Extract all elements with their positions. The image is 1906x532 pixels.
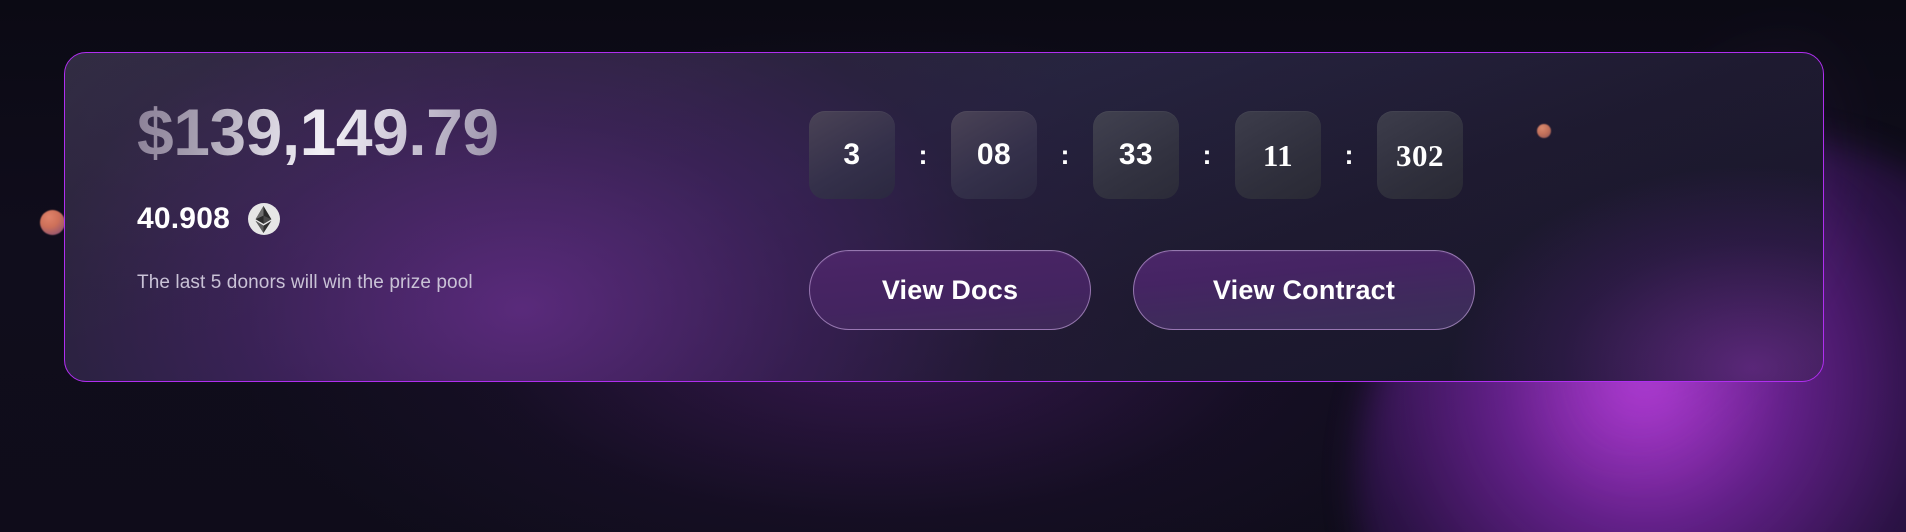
countdown-separator-0: : xyxy=(918,139,928,170)
countdown-value-3: 11 xyxy=(1262,137,1294,173)
prize-pool-card: $139,149.79 40.908 The last 5 donors wil… xyxy=(64,52,1824,382)
countdown-value-0: 3 xyxy=(843,138,861,171)
countdown-value-1: 08 xyxy=(976,138,1012,171)
countdown-value-2: 33 xyxy=(1118,138,1154,171)
countdown-unit-3: 11 xyxy=(1235,111,1321,199)
copper-orb-left-icon xyxy=(40,210,65,235)
countdown-timer: 3 : 08 : 33 : 11 : 302 xyxy=(809,111,1749,199)
countdown-unit-2: 33 xyxy=(1093,111,1179,199)
countdown-unit-4: 302 xyxy=(1377,111,1463,199)
prize-amount-eth-row: 40.908 xyxy=(137,203,499,235)
prize-summary: $139,149.79 40.908 The last 5 donors wil… xyxy=(137,99,499,292)
countdown-separator-1: : xyxy=(1060,139,1070,170)
view-docs-button[interactable]: View Docs xyxy=(809,250,1091,330)
action-buttons: View Docs View Contract xyxy=(809,250,1749,330)
countdown-and-actions: 3 : 08 : 33 : 11 : 302 View Docs View Co… xyxy=(809,111,1749,330)
countdown-separator-2: : xyxy=(1202,139,1212,170)
countdown-value-4: 302 xyxy=(1396,137,1444,173)
card-content: $139,149.79 40.908 The last 5 donors wil… xyxy=(65,53,1823,381)
countdown-unit-0: 3 xyxy=(809,111,895,199)
countdown-separator-3: : xyxy=(1344,139,1354,170)
countdown-unit-1: 08 xyxy=(951,111,1037,199)
prize-amount-eth: 40.908 xyxy=(137,202,230,235)
prize-tagline: The last 5 donors will win the prize poo… xyxy=(137,272,473,293)
prize-amount-usd: $139,149.79 xyxy=(137,95,499,169)
view-contract-button[interactable]: View Contract xyxy=(1133,250,1475,330)
page-background: $139,149.79 40.908 The last 5 donors wil… xyxy=(0,0,1906,532)
ethereum-icon xyxy=(247,203,280,235)
